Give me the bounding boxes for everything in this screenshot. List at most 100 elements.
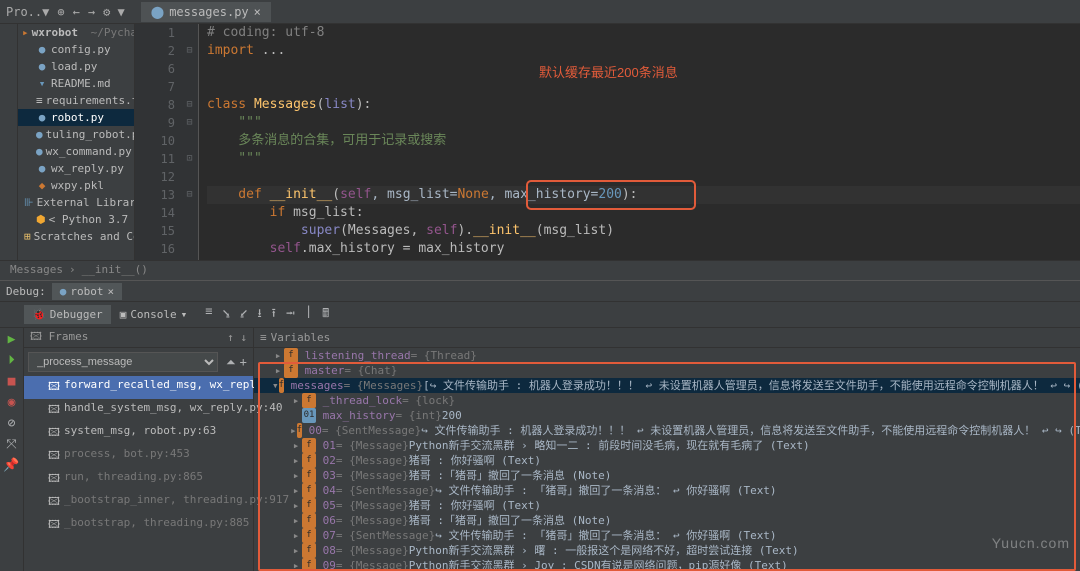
next-frame-icon[interactable]: ↓ <box>240 331 247 344</box>
target-icon[interactable]: ⊕ <box>57 5 64 19</box>
variable-row[interactable]: ▸f 02 = {Message} 猪哥 : 你好骚啊 (Text) <box>254 453 1080 468</box>
tree-item[interactable]: config.py <box>51 43 111 56</box>
breadcrumb[interactable]: Messages›__init__() <box>0 260 1080 280</box>
tree-item[interactable]: README.md <box>51 77 111 90</box>
step-into-icon[interactable]: ⭸ <box>223 304 230 325</box>
scratch-icon: ⊞ <box>24 230 31 243</box>
variable-row[interactable]: ▸f 00 = {SentMessage} ↪ 文件传输助手 : 机器人登录成功… <box>254 423 1080 438</box>
python-file-icon: ● <box>36 43 48 56</box>
prev-frame-icon[interactable]: ↑ <box>227 331 234 344</box>
pin-icon[interactable]: 📌 <box>3 458 19 473</box>
tree-item[interactable]: requirements.txt <box>46 94 135 107</box>
annotation-text: 默认缓存最近200条消息 <box>539 64 678 82</box>
pkl-file-icon: ◆ <box>36 179 48 192</box>
stack-frame[interactable]: 🖾run, threading.py:865 <box>24 468 253 491</box>
debug-actions-strip: ▶ ⏵ ■ ◉ ⊘ ⤧ 📌 <box>0 328 24 571</box>
variable-row[interactable]: ▸f 05 = {Message} 猪哥 : 你好骚啊 (Text) <box>254 498 1080 513</box>
python-file-icon: ● <box>36 145 43 158</box>
variable-row[interactable]: ▸f 04 = {SentMessage} ↪ 文件传输助手 : 「猪哥」撤回了… <box>254 483 1080 498</box>
python-env-icon: ⬢ <box>36 213 46 226</box>
python-file-icon: ● <box>60 285 67 298</box>
debug-toolbar: 🐞Debugger ▣Console▾ ≡ ⭸ ⭹ ⭳ ⭱ ⭲ | 🖩 <box>0 302 1080 328</box>
stop-icon[interactable]: ■ <box>8 374 16 389</box>
project-dropdown[interactable]: Pro..▼ <box>6 5 49 19</box>
tab-debugger[interactable]: 🐞Debugger <box>24 305 111 324</box>
run-to-cursor-icon[interactable]: ⭲ <box>286 304 295 325</box>
stack-frame[interactable]: 🖾_bootstrap, threading.py:885 <box>24 514 253 537</box>
thread-select[interactable]: _process_message <box>28 352 218 372</box>
variables-icon: ≡ <box>260 331 267 344</box>
python-file-icon: ● <box>36 111 48 124</box>
evaluate-icon[interactable]: 🖩 <box>322 304 329 325</box>
view-breakpoints-icon[interactable]: ◉ <box>8 395 16 410</box>
gear-icon[interactable]: ⚙ ▼ <box>103 5 125 19</box>
tree-item[interactable]: load.py <box>51 60 97 73</box>
variable-row[interactable]: ▸f 08 = {Message} Python新手交流黑群 › 曙 : 一般报… <box>254 543 1080 558</box>
python-file-icon: ⬤ <box>151 5 164 19</box>
left-gutter-strip <box>0 24 18 260</box>
add-icon[interactable]: + <box>240 355 247 369</box>
editor-tab-label: messages.py <box>169 5 248 19</box>
stack-frame[interactable]: 🖾system_msg, robot.py:63 <box>24 422 253 445</box>
project-tree[interactable]: ▸wxrobot ~/PycharmProje ●config.py ●load… <box>18 24 135 260</box>
stack-frame[interactable]: 🖾handle_system_msg, wx_reply.py:40 <box>24 399 253 422</box>
forward-icon[interactable]: → <box>88 5 95 19</box>
tree-item[interactable]: External Libraries <box>37 196 135 209</box>
intention-bulb-icon[interactable]: 💡 <box>199 186 201 204</box>
stack-frame[interactable]: 🖾process, bot.py:453 <box>24 445 253 468</box>
mute-breakpoints-icon[interactable]: ⊘ <box>8 416 16 431</box>
line-numbers: 12678910111213141516 <box>135 24 181 260</box>
tree-item[interactable]: robot.py <box>51 111 104 124</box>
variable-row[interactable]: ▸f master = {Chat} <box>254 363 1080 378</box>
tree-item[interactable]: wx_command.py <box>46 145 132 158</box>
variable-row[interactable]: ▾f messages = {Messages} [↪ 文件传输助手 : 机器人… <box>254 378 1080 393</box>
annotation-box <box>526 180 696 210</box>
variables-list[interactable]: ▸f listening_thread = {Thread} ▸f master… <box>254 348 1080 571</box>
rerun-icon[interactable]: ▶ <box>8 332 16 347</box>
top-toolbar: Pro..▼ ⊕ ← → ⚙ ▼ ⬤ messages.py × <box>0 0 1080 24</box>
variable-row[interactable]: ▸f 07 = {SentMessage} ↪ 文件传输助手 : 「猪哥」撤回了… <box>254 528 1080 543</box>
step-out-icon[interactable]: ⭱ <box>272 304 276 325</box>
frame-list[interactable]: 🖾forward_recalled_msg, wx_reply.py:48🖾ha… <box>24 376 253 537</box>
editor-tab[interactable]: ⬤ messages.py × <box>141 2 271 22</box>
text-file-icon: ≡ <box>36 94 43 107</box>
fold-gutter[interactable]: ⊟⊟⊟⊡⊟ <box>181 24 199 260</box>
back-icon[interactable]: ← <box>73 5 80 19</box>
close-icon[interactable]: × <box>254 5 261 19</box>
tree-item[interactable]: wxpy.pkl <box>51 179 104 192</box>
tree-item[interactable]: tuling_robot.py <box>46 128 135 141</box>
markdown-file-icon: ▾ <box>36 77 48 90</box>
debug-icon: 🐞 <box>32 308 46 321</box>
resume-icon[interactable]: ⏵ <box>8 353 15 368</box>
python-file-icon: ● <box>36 128 43 141</box>
tree-item[interactable]: < Python 3.7 > /usr/loc <box>49 213 135 226</box>
python-file-icon: ● <box>36 162 48 175</box>
settings-icon[interactable]: ⤧ <box>6 437 16 452</box>
code-editor[interactable]: # coding: utf-8 import ... class Message… <box>199 24 1080 260</box>
variable-row[interactable]: 01 max_history = {int} 200 <box>254 408 1080 423</box>
variable-row[interactable]: ▸f 03 = {Message} 猪哥 :「猪哥」撤回了一条消息 (Note) <box>254 468 1080 483</box>
tab-console[interactable]: ▣Console▾ <box>112 305 196 324</box>
step-over-icon[interactable]: ≡ <box>205 304 212 325</box>
console-icon: ▣ <box>120 308 127 321</box>
stack-frame[interactable]: 🖾_bootstrap_inner, threading.py:917 <box>24 491 253 514</box>
force-step-icon[interactable]: ⭳ <box>257 304 261 325</box>
tree-item[interactable]: Scratches and Consoles <box>34 230 135 243</box>
tree-item[interactable]: wx_reply.py <box>51 162 124 175</box>
variable-row[interactable]: ▸f _thread_lock = {lock} <box>254 393 1080 408</box>
frames-icon: 🖾 <box>30 330 42 343</box>
step-into-my-icon[interactable]: ⭹ <box>240 304 247 325</box>
debug-header: Debug: ● robot × <box>0 280 1080 302</box>
close-icon[interactable]: × <box>108 285 115 298</box>
variable-row[interactable]: ▸f 09 = {Message} Python新手交流黑群 › Joy : C… <box>254 558 1080 571</box>
variables-pane: ≡Variables ▸f listening_thread = {Thread… <box>254 328 1080 571</box>
stack-frame[interactable]: 🖾forward_recalled_msg, wx_reply.py:48 <box>24 376 253 399</box>
debug-config-tab[interactable]: ● robot × <box>52 283 122 300</box>
python-file-icon: ● <box>36 60 48 73</box>
watermark: Yuucn.com <box>992 535 1070 551</box>
filter-icon[interactable]: ⏶ <box>222 355 240 370</box>
frames-pane: 🖾 Frames ↑ ↓ _process_message ⏶ + 🖾forwa… <box>24 328 254 571</box>
variable-row[interactable]: ▸f 06 = {Message} 猪哥 :「猪哥」撤回了一条消息 (Note) <box>254 513 1080 528</box>
variable-row[interactable]: ▸f listening_thread = {Thread} <box>254 348 1080 363</box>
variable-row[interactable]: ▸f 01 = {Message} Python新手交流黑群 › 略知一二 : … <box>254 438 1080 453</box>
